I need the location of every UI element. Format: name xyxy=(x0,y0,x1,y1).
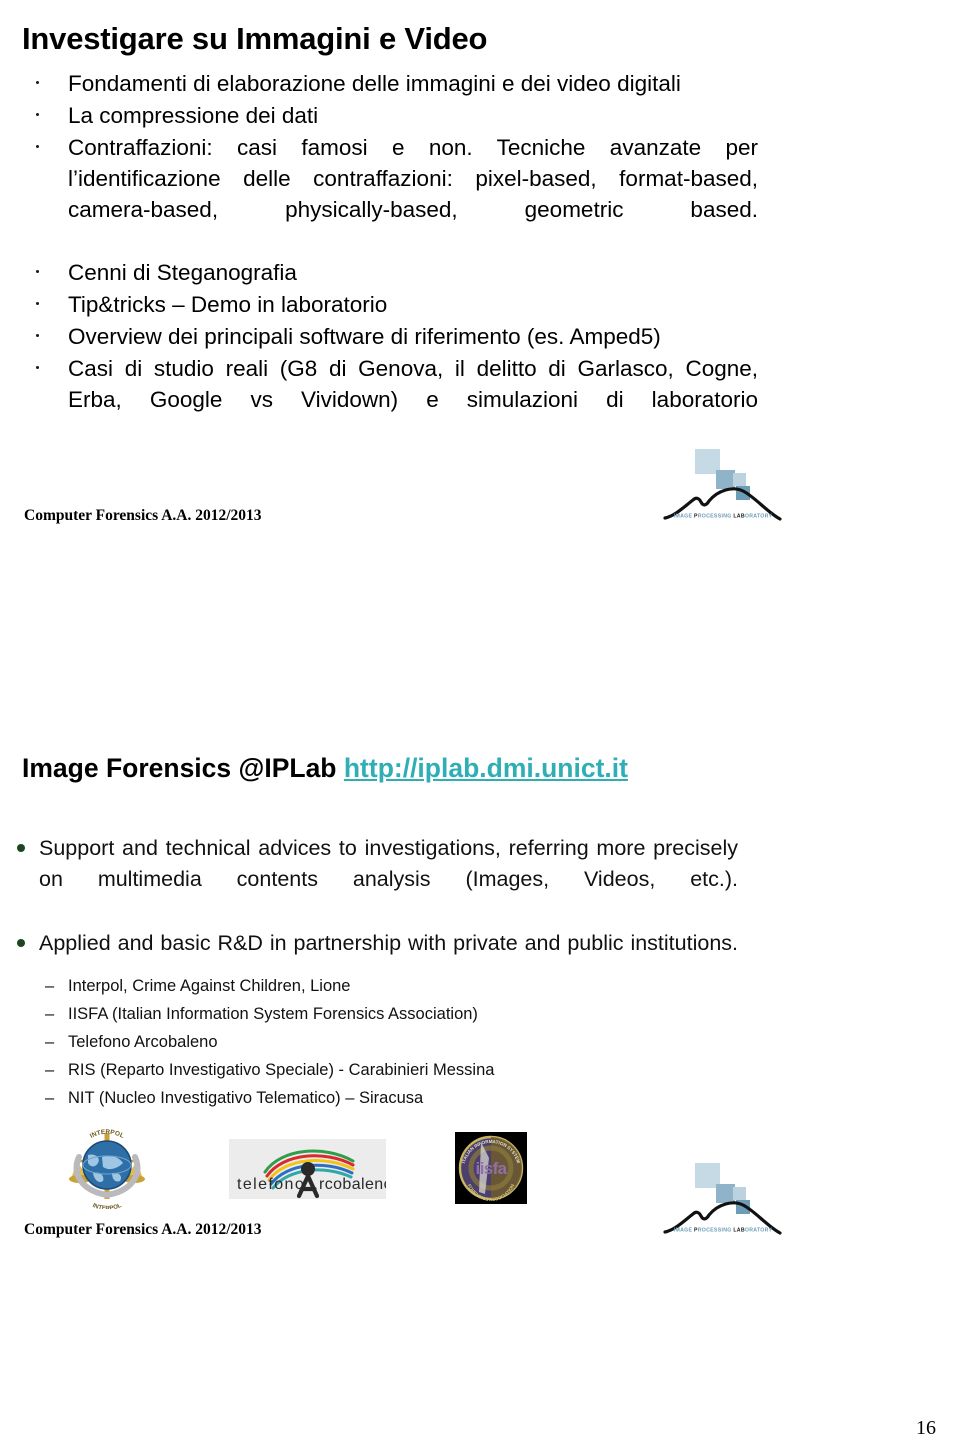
bullet-dot-icon xyxy=(36,302,39,305)
slide-two-bullet-list: Support and technical advices to investi… xyxy=(8,833,738,992)
slide-image-forensics-iplab: Image Forensics @IPLab http://iplab.dmi.… xyxy=(0,700,960,1454)
telefono-arcobaleno-logo: telefono rcobaleno xyxy=(229,1139,386,1199)
dash-marker-icon: – xyxy=(45,1005,55,1023)
svg-text:IMAGE PROCESSING LABORATORY: IMAGE PROCESSING LABORATORY xyxy=(674,1228,773,1234)
svg-text:INTERPOL: INTERPOL xyxy=(91,1203,122,1209)
list-item: – IISFA (Italian Information System Fore… xyxy=(38,1000,658,1028)
dash-marker-icon: – xyxy=(45,1089,55,1107)
list-item: Contraffazioni: casi famosi e non. Tecni… xyxy=(18,132,758,256)
iplab-website-link[interactable]: http://iplab.dmi.unict.it xyxy=(344,753,628,783)
list-item-label: NIT (Nucleo Investigativo Telematico) – … xyxy=(68,1089,424,1107)
partner-logo-strip: INTERPOL INTERPOL telefono rcobaleno iis… xyxy=(0,1123,700,1218)
slide-two-footer: Computer Forensics A.A. 2012/2013 xyxy=(24,1221,262,1238)
list-item-label: Tip&tricks – Demo in laboratorio xyxy=(68,292,388,317)
svg-text:IMAGE PROCESSING LABORATORY: IMAGE PROCESSING LABORATORY xyxy=(674,514,773,520)
iisfa-logo: iisfa ITALIAN INFORMATION SYSTEM FORENSI… xyxy=(455,1132,527,1204)
list-item: – NIT (Nucleo Investigativo Telematico) … xyxy=(38,1084,658,1112)
list-item: Tip&tricks – Demo in laboratorio xyxy=(18,289,758,320)
list-item-label: Casi di studio reali (G8 di Genova, il d… xyxy=(68,356,758,412)
bullet-dot-icon xyxy=(36,334,39,337)
svg-text:iisfa: iisfa xyxy=(475,1159,507,1178)
slide-two-title: Image Forensics @IPLab http://iplab.dmi.… xyxy=(22,753,628,784)
list-item-label: Interpol, Crime Against Children, Lione xyxy=(68,977,351,995)
list-item-label: Telefono Arcobaleno xyxy=(68,1033,218,1051)
list-item-label: Overview dei principali software di rife… xyxy=(68,324,661,349)
slide-two-sub-list: – Interpol, Crime Against Children, Lion… xyxy=(38,972,658,1112)
page-number: 16 xyxy=(916,1417,936,1439)
bullet-dot-icon xyxy=(36,145,39,148)
list-item: Casi di studio reali (G8 di Genova, il d… xyxy=(18,353,758,446)
list-item-label: RIS (Reparto Investigativo Speciale) - C… xyxy=(68,1061,495,1079)
slide-one-bullet-list: Fondamenti di elaborazione delle immagin… xyxy=(18,68,758,447)
list-item: Fondamenti di elaborazione delle immagin… xyxy=(18,68,758,99)
list-item-label: Fondamenti di elaborazione delle immagin… xyxy=(68,71,681,96)
list-item: Support and technical advices to investi… xyxy=(8,833,738,925)
list-item: – RIS (Reparto Investigativo Speciale) -… xyxy=(38,1056,658,1084)
svg-text:rcobaleno: rcobaleno xyxy=(319,1176,386,1193)
list-item-label: Cenni di Steganografia xyxy=(68,260,297,285)
slide-one-footer: Computer Forensics A.A. 2012/2013 xyxy=(24,507,262,524)
dash-marker-icon: – xyxy=(45,1061,55,1079)
interpol-logo: INTERPOL INTERPOL xyxy=(57,1127,157,1209)
list-item: – Interpol, Crime Against Children, Lion… xyxy=(38,972,658,1000)
list-item-label: IISFA (Italian Information System Forens… xyxy=(68,1005,478,1023)
bullet-dot-icon xyxy=(36,81,39,84)
list-item-label: Contraffazioni: casi famosi e non. Tecni… xyxy=(68,135,758,222)
bullet-dot-icon xyxy=(36,113,39,116)
iplab-mountain-logo: IMAGE PROCESSING LABORATORY xyxy=(663,1160,783,1238)
bullet-circle-icon xyxy=(17,938,25,947)
slide-investigare-su-immagini-e-video: Investigare su Immagini e Video Fondamen… xyxy=(0,0,960,700)
list-item: Cenni di Steganografia xyxy=(18,257,758,288)
slide-two-title-prefix: Image Forensics @IPLab xyxy=(22,752,344,783)
list-item: – Telefono Arcobaleno xyxy=(38,1028,658,1056)
bullet-circle-icon xyxy=(17,844,25,852)
iplab-mountain-logo: IMAGE PROCESSING LABORATORY xyxy=(663,446,783,524)
list-item-label: Support and technical advices to investi… xyxy=(39,836,738,891)
dash-marker-icon: – xyxy=(45,977,55,995)
list-item-label: La compressione dei dati xyxy=(68,103,319,128)
list-item: Overview dei principali software di rife… xyxy=(18,321,758,352)
svg-text:telefono: telefono xyxy=(237,1176,305,1193)
bullet-dot-icon xyxy=(36,366,39,369)
list-item: La compressione dei dati xyxy=(18,100,758,131)
page-title: Investigare su Immagini e Video xyxy=(22,20,488,56)
bullet-dot-icon xyxy=(36,270,39,273)
dash-marker-icon: – xyxy=(45,1033,55,1051)
document-page: Investigare su Immagini e Video Fondamen… xyxy=(0,0,960,1454)
